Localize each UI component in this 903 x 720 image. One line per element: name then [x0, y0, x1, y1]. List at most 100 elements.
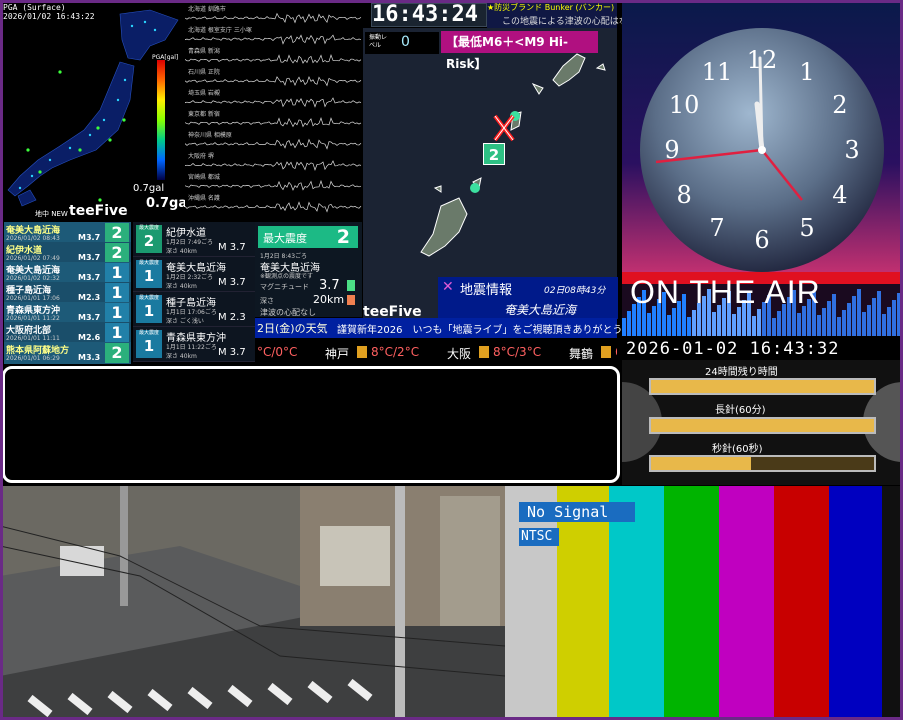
risk-banner: 【最低M6＋<M9 Hi-Risk】: [441, 31, 598, 71]
sunny-icon: [479, 346, 489, 358]
weather-title: 2日(金)の天気: [257, 322, 328, 335]
eq-bar: [837, 317, 841, 336]
history-row[interactable]: 奄美大島近海 2026/01/02 02:32 M3.7 1: [4, 262, 131, 284]
waveform-trace: [185, 34, 362, 45]
eq-bar: [842, 310, 846, 336]
eq-bar: [832, 294, 836, 336]
teefive-logo: teeFive: [69, 203, 128, 219]
mag-color-chip: [347, 280, 355, 291]
quake-info-box: ✕ 地震情報 02日08時43分 奄美大島近海: [438, 277, 618, 319]
history-row[interactable]: 奄美大島近海 2026/01/02 08:43 M3.7 2: [4, 222, 131, 244]
card-time: 1月1日 17:06ごろ: [166, 309, 217, 316]
clock-number: 1: [799, 58, 814, 86]
waveform-panel: 北海道 釧路市 北海道 根室支庁 三小塚 青森県 新潟 石川県 正院 埼玉県 岩槻 東京都…: [185, 0, 362, 220]
history-row[interactable]: 大阪府北部 2026/01/01 11:11 M2.6 1: [4, 322, 131, 344]
eq-bar: [737, 307, 741, 336]
depth-color-chip: [347, 295, 355, 305]
pga-gal-small: 0.7gal: [133, 183, 165, 194]
history-mag: M3.7: [78, 233, 101, 242]
weather-temp: 8°C/3°C: [493, 345, 542, 359]
history-intensity: 1: [105, 323, 129, 343]
progress-fill: [651, 419, 874, 432]
waveform-trace: [185, 54, 362, 64]
eq-bar: [732, 314, 736, 336]
history-row[interactable]: 紀伊水道 2026/01/02 07:49 M3.7 2: [4, 242, 131, 264]
history-time: 2026/01/02 07:49: [6, 255, 60, 262]
earthquake-cards: 2 最大震度 紀伊水道 1月2日 7:49ごろ 深さ 40km M 3.7 1 最大震度 奄美大…: [133, 222, 255, 362]
eq-bar: [772, 318, 776, 336]
ntsc-label: NTSC: [519, 528, 559, 546]
pga-new-label: 地中 NEW: [35, 210, 68, 218]
eq-bar: [777, 311, 781, 336]
digital-clock: 16:43:24: [372, 2, 478, 27]
datetime-display: 2026-01-02 16:43:32: [626, 339, 840, 359]
weather-temp: 8°C/2°C: [371, 345, 420, 359]
card-mag: M 3.7: [218, 277, 246, 288]
clock-number: 3: [844, 136, 859, 164]
earthquake-card[interactable]: 2 最大震度 紀伊水道 1月2日 7:49ごろ 深さ 40km M 3.7: [133, 222, 255, 257]
waveform-trace: [185, 179, 362, 191]
waveform-trace: [185, 12, 362, 24]
history-time: 2026/01/02 08:43: [6, 235, 60, 242]
earthquake-card[interactable]: 1 最大震度 青森県東方沖 1月1日 11:22ごろ 深さ 40km M 3.7: [133, 327, 255, 362]
card-time: 1月1日 11:22ごろ: [166, 344, 217, 351]
eq-bar: [877, 291, 881, 336]
history-time: 2026/01/01 06:29: [6, 355, 60, 362]
pga-scale-label: PGA[gal]: [152, 54, 179, 61]
history-intensity: 1: [105, 263, 129, 283]
earthquake-card[interactable]: 1 最大震度 奄美大島近海 1月2日 2:32ごろ 深さ 40km M 3.7: [133, 257, 255, 292]
vibration-level-value: 0: [401, 34, 410, 50]
earthquake-card[interactable]: 1 最大震度 種子島近海 1月1日 17:06ごろ 深さ ごく浅い M 2.3: [133, 292, 255, 327]
detail-depth-value: 20km: [313, 293, 345, 306]
card-time: 1月2日 2:32ごろ: [166, 274, 214, 281]
eq-bar: [827, 301, 831, 336]
history-time: 2026/01/02 02:32: [6, 275, 60, 282]
eq-bar: [672, 308, 676, 336]
eq-bar: [647, 313, 651, 336]
eq-bar: [852, 296, 856, 336]
card-intensity-label: 最大震度: [138, 330, 159, 336]
clock-number: 6: [754, 226, 769, 254]
detail-mag-label: マグニチュード: [260, 283, 309, 291]
card-mag: M 3.7: [218, 347, 246, 358]
color-bar: [774, 486, 829, 720]
tsunami-message: この地震による津波の心配はなし: [502, 17, 637, 27]
history-intensity: 2: [105, 223, 129, 243]
history-time: 2026/01/01 11:22: [6, 315, 60, 322]
detail-note: ※観測点の震度です: [260, 273, 314, 280]
eq-bar: [687, 317, 691, 336]
history-mag: M3.7: [78, 313, 101, 322]
waveform-trace: [185, 138, 362, 150]
card-depth: 深さ ごく浅い: [166, 318, 204, 325]
weather-temp: °C/0°C: [257, 345, 298, 359]
pga-timestamp: 2026/01/02 16:43:22: [3, 12, 95, 21]
eq-bar: [752, 316, 756, 336]
quake-info-title: 地震情報: [460, 283, 513, 298]
clock-number: 7: [709, 214, 724, 242]
eq-bar: [897, 293, 901, 336]
clock-number: 10: [669, 91, 700, 119]
eq-bar: [872, 298, 876, 336]
history-intensity: 1: [105, 283, 129, 303]
eq-bar: [797, 313, 801, 336]
history-row[interactable]: 種子島近海 2026/01/01 17:06 M2.3 1: [4, 282, 131, 304]
history-row[interactable]: 熊本県阿蘇地方 2026/01/01 06:29 M3.3 2: [4, 342, 131, 364]
color-bar: [882, 486, 903, 720]
history-row[interactable]: 青森県東方沖 2026/01/01 11:22 M3.7 1: [4, 302, 131, 324]
street-camera: [0, 486, 505, 720]
waveform-trace: [185, 201, 362, 213]
sunny-icon: [357, 346, 367, 358]
eq-bar: [887, 307, 891, 336]
detail-depth-label: 深さ: [260, 297, 274, 305]
history-intensity: 1: [105, 303, 129, 323]
eq-bar: [692, 310, 696, 336]
waveform-trace: [185, 97, 362, 108]
vibration-level-box: 振動レベル 0: [365, 32, 439, 54]
history-intensity: 2: [105, 343, 129, 363]
progress-label: 秒針(60秒): [712, 444, 763, 455]
eq-bar: [822, 308, 826, 336]
weather-city: 舞鶴: [569, 347, 594, 361]
card-depth: 深さ 40km: [166, 283, 197, 290]
clock-number: 8: [676, 181, 691, 209]
waveform-trace: [185, 117, 362, 128]
